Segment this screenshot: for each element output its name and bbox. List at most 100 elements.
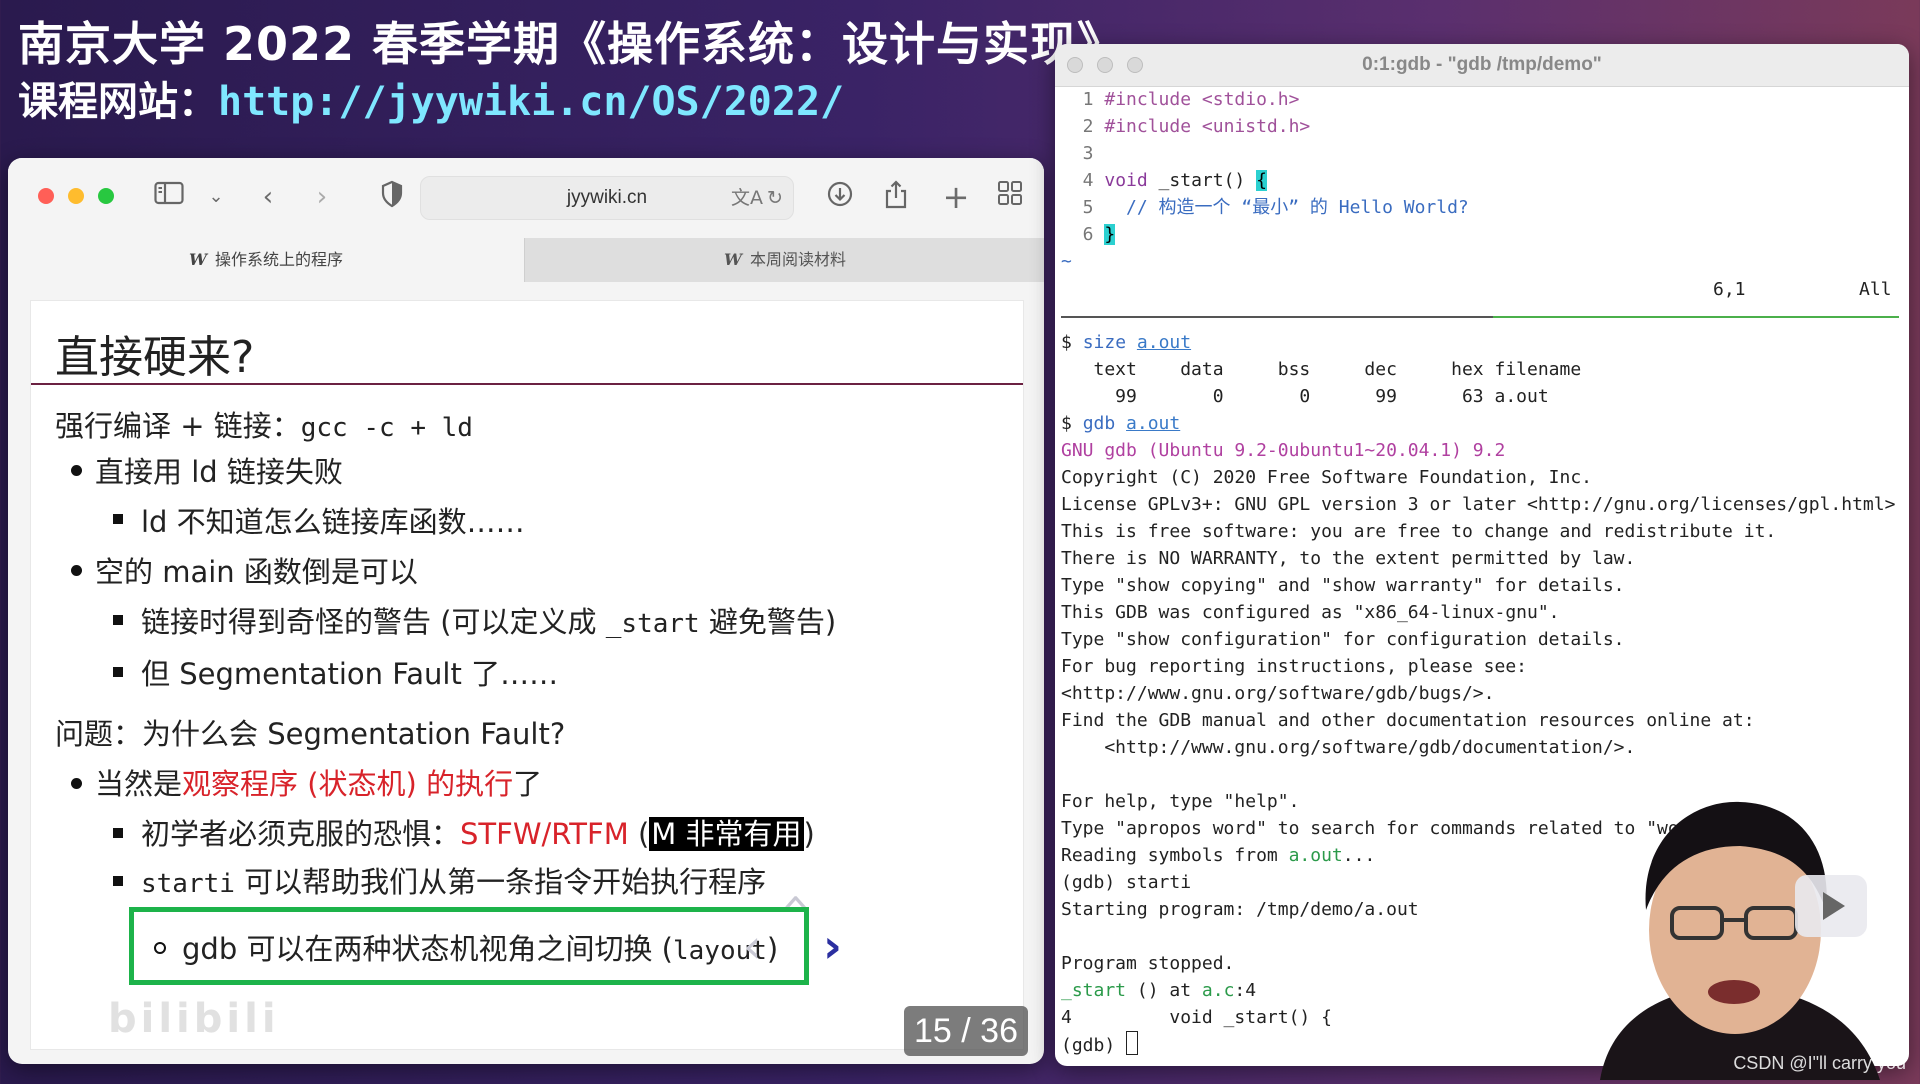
tab-label: 本周阅读材料: [749, 250, 846, 269]
text: 链接时得到奇怪的警告 (可以定义成: [141, 605, 606, 639]
bullet-ld-libs: ld 不知道怎么链接库函数……: [141, 505, 525, 539]
gdb-prompt-line[interactable]: (gdb): [1061, 1031, 1139, 1059]
text: 可以帮助我们从第一条指令开始执行程序: [234, 865, 767, 899]
cmd: gdb: [1082, 413, 1116, 434]
shield-icon[interactable]: [378, 180, 406, 214]
gdb-prompt: (gdb): [1061, 1035, 1127, 1056]
code-brace: {: [1256, 170, 1267, 191]
csdn-credit: CSDN @I"ll carry you: [1733, 1053, 1906, 1073]
gdb-version: GNU gdb (Ubuntu 9.2-0ubuntu1~20.04.1) 9.…: [1061, 440, 1506, 461]
share-icon[interactable]: [882, 180, 910, 214]
code-text: #include <unistd.h>: [1104, 116, 1311, 137]
title-divider: [31, 383, 1023, 385]
tab-overview-icon[interactable]: [996, 180, 1024, 214]
gdb-output-line: Type "show configuration" for configurat…: [1061, 629, 1625, 650]
cmd: size: [1082, 332, 1127, 353]
text: ): [803, 817, 815, 851]
pane-divider[interactable]: [1061, 316, 1899, 318]
zoom-window-button[interactable]: [98, 188, 114, 204]
text: ...: [1342, 845, 1376, 866]
browser-toolbar: ⌄ ‹ › jyywiki.cn 文A ↻ +: [8, 158, 1044, 238]
gdb-starting: Starting program: /tmp/demo/a.out: [1061, 899, 1419, 920]
course-website-label: 课程网站：: [18, 79, 218, 125]
gdb-output-line: For bug reporting instructions, please s…: [1061, 656, 1527, 677]
code-line-4: 4 void _start() {: [1061, 170, 1267, 191]
reload-icon[interactable]: ↻: [767, 177, 783, 219]
text: gdb 可以在两种状态机视角之间切换 (: [182, 932, 673, 966]
code-brace: }: [1104, 224, 1116, 245]
video-headline: 南京大学 2022 春季学期《操作系统：设计与实现》 课程网站：http://j…: [18, 14, 1124, 130]
tab-os-programs[interactable]: W 操作系统上的程序: [8, 238, 524, 282]
tab-label: 操作系统上的程序: [214, 250, 343, 269]
gdb-output-line: License GPLv3+: GNU GPL version 3 or lat…: [1061, 494, 1896, 515]
gdb-output-line: Find the GDB manual and other documentat…: [1061, 710, 1755, 731]
code-comment: // 构造一个 “最小” 的 Hello World?: [1104, 197, 1469, 218]
bullet-dot: [71, 778, 82, 789]
code-line-6: 6 }: [1061, 224, 1116, 245]
gdb-starti: (gdb) starti: [1061, 872, 1192, 893]
shell-gdb-command: $ gdb a.out: [1061, 413, 1181, 434]
bullet-gdb-layout: gdb 可以在两种状态机视角之间切换 (layout): [182, 926, 778, 968]
new-tab-icon[interactable]: +: [942, 180, 970, 214]
bullet-square: [113, 876, 123, 886]
nav-up-arrow[interactable]: ‹: [771, 893, 825, 911]
code-starti: starti: [141, 869, 235, 899]
gdb-output-line: This GDB was configured as "x86_64-linux…: [1061, 602, 1560, 623]
intro-code: gcc -c + ld: [300, 413, 473, 443]
bullet-observe: 当然是观察程序 (状态机) 的执行了: [95, 761, 542, 803]
gdb-output-line: Type "show copying" and "show warranty" …: [1061, 575, 1625, 596]
bullet-square: [113, 828, 123, 838]
text: (: [628, 817, 650, 851]
text: () at: [1126, 980, 1202, 1001]
gdb-output-line: <http://www.gnu.org/software/gdb/documen…: [1061, 737, 1636, 758]
file-link[interactable]: a.out: [1126, 413, 1180, 434]
slide-content: 直接硬来? 强行编译 + 链接：gcc -c + ld 直接用 ld 链接失败 …: [30, 300, 1024, 1050]
size-row: 99 0 0 99 63 a.out: [1061, 386, 1549, 407]
bullet-empty-main: 空的 main 函数倒是可以: [95, 555, 418, 589]
bullet-segfault: 但 Segmentation Fault 了……: [141, 657, 559, 691]
forward-icon[interactable]: ›: [308, 180, 336, 214]
file: a.c: [1201, 980, 1235, 1001]
gdb-frame: _start () at a.c:4: [1061, 977, 1256, 1004]
nav-right-arrow[interactable]: ›: [823, 919, 842, 973]
terminal-titlebar: 0:1:gdb - "gdb /tmp/demo": [1055, 44, 1909, 87]
file-link[interactable]: a.out: [1137, 332, 1191, 353]
course-website: 课程网站：http://jyywiki.cn/OS/2022/: [18, 74, 1124, 130]
bullet-starti: starti 可以帮助我们从第一条指令开始执行程序: [141, 859, 766, 901]
code-start: _start: [605, 609, 700, 639]
minimize-window-button[interactable]: [68, 188, 84, 204]
gdb-reading-symbols: Reading symbols from a.out...: [1061, 842, 1375, 869]
download-icon[interactable]: [826, 180, 854, 214]
address-bar[interactable]: jyywiki.cn 文A ↻: [420, 176, 794, 220]
text: 当然是: [95, 767, 183, 801]
code-keyword: void: [1104, 170, 1148, 191]
gdb-source-line: 4 void _start() {: [1061, 1007, 1332, 1028]
terminal-title: 0:1:gdb - "gdb /tmp/demo": [1362, 54, 1602, 75]
bullet-fear: 初学者必须克服的恐惧：STFW/RTFM (M 非常有用): [141, 811, 815, 853]
back-icon[interactable]: ‹: [254, 180, 282, 214]
slide-intro: 强行编译 + 链接：gcc -c + ld: [55, 403, 473, 445]
course-website-url[interactable]: http://jyywiki.cn/OS/2022/: [218, 79, 844, 125]
code-text: _start(): [1147, 170, 1257, 191]
course-title: 南京大学 2022 春季学期《操作系统：设计与实现》: [18, 17, 1125, 71]
bullet-dot: [71, 465, 82, 476]
presenter-image: [1600, 801, 1880, 1080]
wiki-icon: W: [724, 250, 742, 269]
bullet-square: [113, 514, 123, 524]
sidebar-icon[interactable]: [154, 180, 184, 214]
text: 了: [513, 767, 543, 801]
chevron-down-icon[interactable]: ⌄: [202, 180, 230, 214]
bilibili-watermark: bilibili: [108, 996, 280, 1042]
intro-label: 强行编译 + 链接：: [55, 409, 301, 443]
tab-weekly-reading[interactable]: W 本周阅读材料: [524, 238, 1044, 282]
highlight-box: gdb 可以在两种状态机视角之间切换 (layout): [129, 907, 809, 985]
nav-left-arrow[interactable]: ‹: [743, 919, 761, 973]
vim-scroll-indicator: All: [1859, 279, 1892, 300]
slide-title: 直接硬来?: [55, 332, 255, 383]
file: a.out: [1288, 845, 1343, 866]
wiki-icon: W: [189, 250, 207, 269]
close-window-button[interactable]: [38, 188, 54, 204]
translate-icon[interactable]: 文A: [731, 177, 763, 219]
text: :4: [1234, 980, 1257, 1001]
size-header: text data bss dec hex filename: [1061, 359, 1582, 380]
